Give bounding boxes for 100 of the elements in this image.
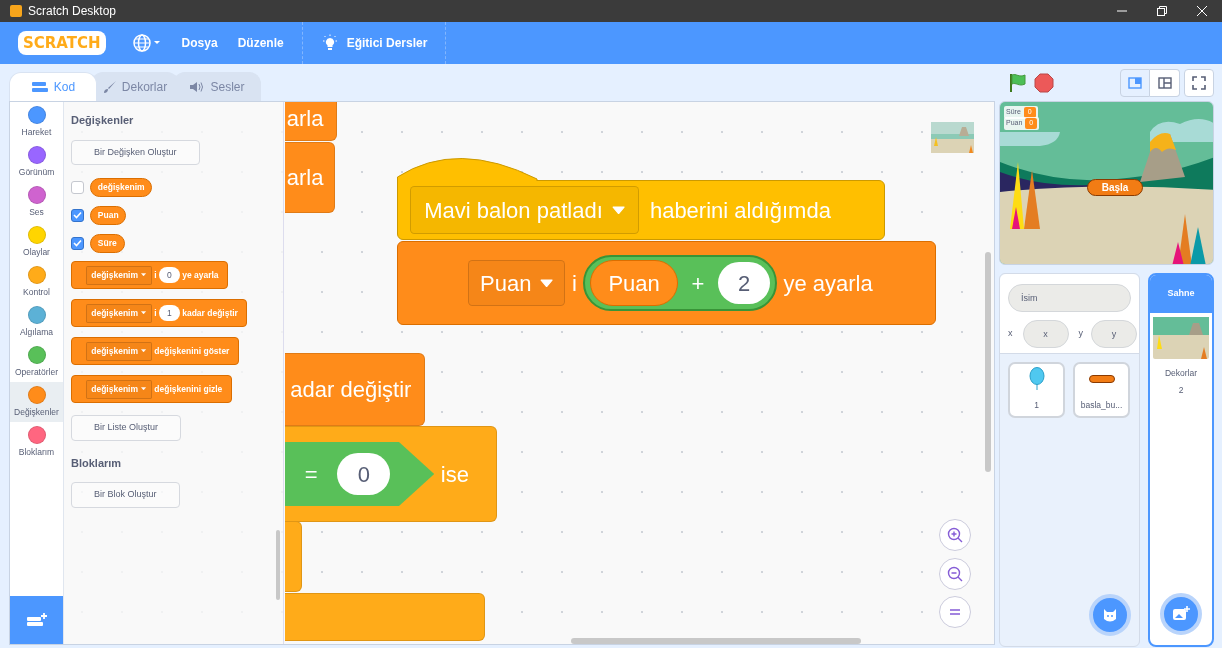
category-item[interactable]: Bloklarım bbox=[10, 422, 63, 462]
horizontal-scrollbar[interactable] bbox=[571, 638, 861, 644]
extension-icon bbox=[25, 611, 48, 629]
large-stage-icon bbox=[1157, 76, 1172, 89]
palette-block[interactable]: değişkenim i 1 kadar değiştir bbox=[71, 299, 248, 327]
number-input[interactable]: 0 bbox=[337, 453, 391, 495]
backdrops-count: 2 bbox=[1177, 383, 1185, 397]
checkbox[interactable] bbox=[71, 208, 84, 222]
category-item[interactable]: Değişkenler bbox=[10, 382, 63, 422]
reset-zoom-icon bbox=[949, 608, 961, 616]
block-text: i bbox=[153, 268, 158, 282]
cat-icon bbox=[1101, 606, 1119, 624]
section-heading: Değişkenler bbox=[71, 113, 135, 128]
lightbulb-icon bbox=[320, 34, 339, 52]
make-list-button[interactable]: Bir Liste Oluştur bbox=[71, 415, 182, 441]
category-item[interactable]: Olaylar bbox=[10, 222, 63, 262]
category-item[interactable]: Operatörler bbox=[10, 342, 63, 382]
category-label: Olaylar bbox=[23, 245, 50, 259]
number-input[interactable]: 1 bbox=[159, 304, 180, 322]
paintbrush-icon bbox=[102, 80, 117, 94]
set-block[interactable]: Puan i Puan + 2 ye ayarla bbox=[397, 241, 936, 325]
button-sprite-icon bbox=[1088, 374, 1115, 383]
checkbox[interactable] bbox=[71, 180, 84, 194]
caret-icon bbox=[141, 349, 147, 353]
stage-thumbnail[interactable] bbox=[931, 122, 974, 153]
condition-block[interactable]: = 0 bbox=[285, 442, 435, 506]
make-variable-button[interactable]: Bir Değişken Oluştur bbox=[71, 139, 200, 165]
large-stage-button[interactable] bbox=[1150, 68, 1180, 97]
add-extension-button[interactable] bbox=[10, 596, 63, 644]
category-label: Ses bbox=[29, 205, 44, 219]
number-input[interactable]: 2 bbox=[717, 262, 771, 304]
globe-icon bbox=[131, 33, 162, 53]
block-text: değişkenini gizle bbox=[153, 382, 224, 396]
code-block[interactable]: = 0 ise bbox=[285, 426, 497, 522]
block-text: haberini aldığımda bbox=[648, 196, 832, 225]
y-label: y bbox=[1078, 327, 1083, 341]
app-icon bbox=[10, 5, 22, 17]
balloon-icon bbox=[1028, 366, 1045, 391]
zoom-out-button[interactable] bbox=[939, 558, 971, 590]
block-text: ise bbox=[439, 460, 470, 489]
x-field[interactable]: x bbox=[1022, 320, 1069, 348]
block-text: ye ayarla bbox=[782, 269, 874, 298]
zoom-in-button[interactable] bbox=[939, 519, 971, 551]
reset-zoom-button[interactable] bbox=[939, 596, 971, 628]
category-item[interactable]: Kontrol bbox=[10, 262, 63, 302]
category-item[interactable]: Ses bbox=[10, 182, 63, 222]
close-icon[interactable] bbox=[1197, 6, 1207, 16]
block-text: kadar değiştir bbox=[181, 306, 239, 320]
palette-block[interactable]: değişkenim i 0 ye ayarla bbox=[71, 261, 229, 289]
stage-pane-header: Sahne bbox=[1150, 275, 1212, 313]
number-input[interactable]: 0 bbox=[159, 266, 180, 284]
sprite-name: basla_bu... bbox=[1080, 399, 1123, 412]
sprite-name-field[interactable]: İsim bbox=[1008, 284, 1131, 312]
make-block-button[interactable]: Bir Blok Oluştur bbox=[71, 482, 180, 508]
category-item[interactable]: Hareket bbox=[10, 102, 63, 142]
stage-pane[interactable]: Sahne Dekorlar 2 bbox=[1148, 273, 1214, 647]
vertical-scrollbar[interactable] bbox=[985, 252, 991, 472]
category-label: Algılama bbox=[19, 325, 54, 339]
sprite-tile[interactable]: 1 bbox=[1008, 362, 1065, 418]
caret-icon bbox=[611, 205, 625, 215]
block-text: arla bbox=[285, 105, 325, 133]
block-text: = bbox=[303, 460, 319, 489]
add-backdrop-button[interactable] bbox=[1160, 593, 1202, 635]
checkbox[interactable] bbox=[71, 236, 84, 250]
category-item[interactable]: Görünüm bbox=[10, 142, 63, 182]
section-heading: Bloklarım bbox=[71, 455, 123, 471]
add-sprite-button[interactable] bbox=[1089, 594, 1131, 636]
flag-icon[interactable] bbox=[1007, 71, 1029, 94]
sprite-tile[interactable]: basla_bu... bbox=[1073, 362, 1130, 418]
operator-block[interactable]: Puan + 2 bbox=[583, 254, 777, 312]
category-label: Bloklarım bbox=[18, 445, 55, 459]
caret-icon bbox=[141, 273, 147, 277]
stop-icon[interactable] bbox=[1033, 71, 1055, 94]
code-blocks-icon bbox=[30, 81, 49, 93]
category-label: Kontrol bbox=[23, 285, 50, 299]
category-label: Değişkenler bbox=[14, 405, 59, 419]
category-label: Operatörler bbox=[15, 365, 58, 379]
category-label: Görünüm bbox=[18, 165, 55, 179]
caret-icon bbox=[141, 311, 147, 315]
zoom-in-icon bbox=[947, 527, 963, 543]
small-stage-button[interactable] bbox=[1120, 68, 1150, 97]
restore-icon[interactable] bbox=[1157, 6, 1167, 16]
fullscreen-button[interactable] bbox=[1184, 68, 1214, 97]
fullscreen-icon bbox=[1192, 75, 1206, 90]
block-text: i bbox=[153, 306, 158, 320]
backdrops-label: Dekorlar bbox=[1163, 367, 1199, 380]
block-text: + bbox=[690, 269, 706, 298]
category-label: Hareket bbox=[21, 125, 52, 139]
zoom-out-icon bbox=[947, 566, 963, 582]
category-item[interactable]: Algılama bbox=[10, 302, 63, 342]
caret-icon bbox=[141, 387, 147, 391]
y-field[interactable]: y bbox=[1091, 320, 1137, 348]
block-text: değişkenini göster bbox=[153, 344, 231, 358]
small-stage-icon bbox=[1128, 76, 1142, 89]
sprite-name: 1 bbox=[1034, 399, 1039, 412]
backdrop-thumbnail bbox=[1153, 317, 1209, 359]
caret-icon bbox=[540, 278, 554, 288]
block-text: i bbox=[570, 269, 578, 298]
speaker-icon bbox=[189, 81, 206, 93]
palette-scrollbar[interactable] bbox=[276, 530, 280, 600]
